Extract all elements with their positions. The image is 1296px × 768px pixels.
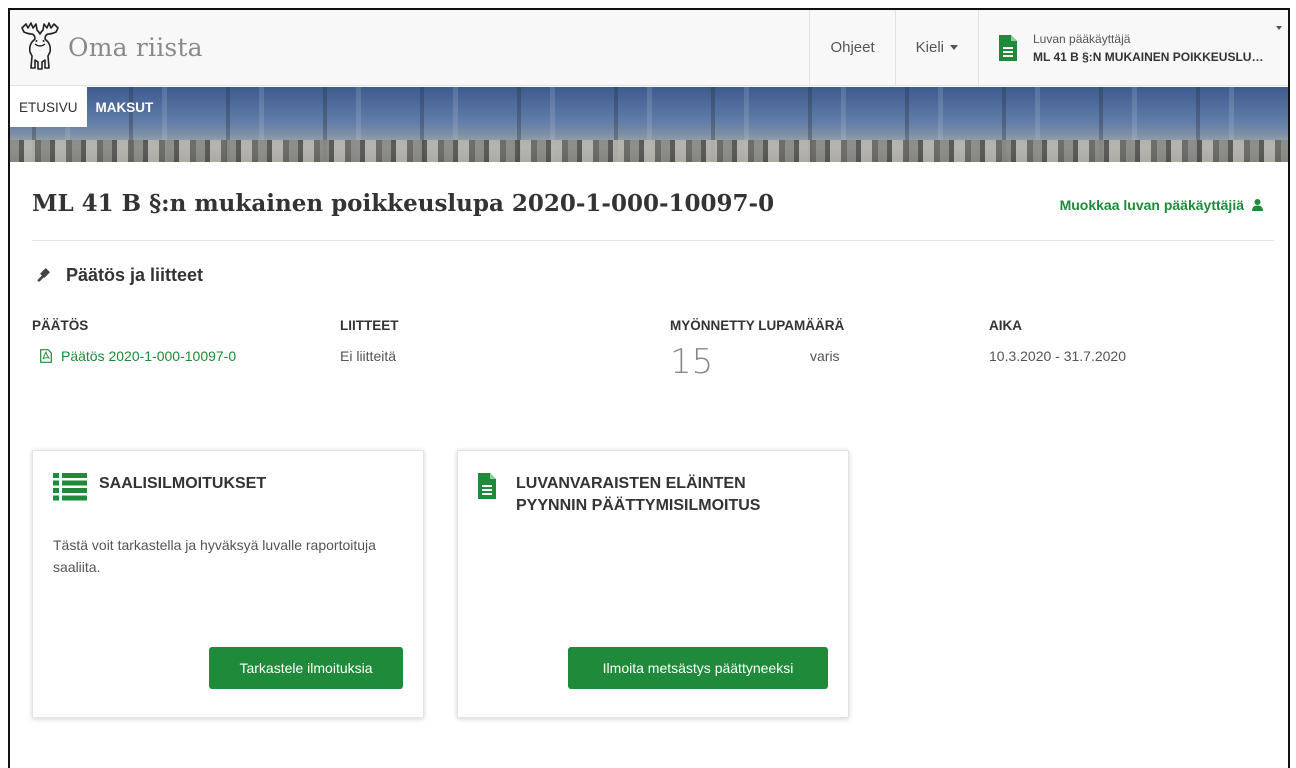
end-notice-title-line1: LUVANVARAISTEN ELÄINTEN — [516, 475, 746, 492]
species-value: varis — [810, 348, 840, 364]
help-label: Ohjeet — [830, 39, 875, 56]
language-dropdown[interactable]: Kieli — [894, 10, 978, 85]
user-role: Luvan pääkäyttäjä — [1033, 31, 1131, 46]
app-window: Oma riista Ohjeet Kieli Luvan pääkäyttäj… — [8, 8, 1290, 768]
granted-amount-header: MYÖNNETTY LUPAMÄÄRÄ — [670, 318, 845, 333]
brand-name: Oma riista — [68, 32, 203, 62]
period-value: 10.3.2020 - 31.7.2020 — [989, 348, 1127, 364]
top-navbar: Oma riista Ohjeet Kieli Luvan pääkäyttäj… — [10, 10, 1288, 86]
tab-maksut[interactable]: MAKSUT — [87, 87, 163, 127]
list-icon — [53, 473, 87, 501]
edit-admins-label: Muokkaa luvan pääkäyttäjiä — [1059, 197, 1244, 213]
moose-logo-icon — [21, 22, 59, 70]
caret-down-icon — [1276, 26, 1282, 30]
language-label: Kieli — [915, 39, 944, 56]
document-icon — [478, 473, 496, 499]
attachments-header: LIITTEET — [340, 318, 399, 333]
granted-amount-value: 15 — [670, 342, 714, 382]
main-tabs: ETUSIVU MAKSUT — [10, 87, 162, 127]
harvest-reports-card: SAALISILMOITUKSET Tästä voit tarkastella… — [32, 450, 424, 718]
tab-etusivu[interactable]: ETUSIVU — [10, 87, 87, 127]
divider — [32, 240, 1274, 241]
harvest-card-description: Tästä voit tarkastella ja hyväksyä luval… — [53, 537, 376, 575]
document-icon — [999, 34, 1017, 61]
attachments-value: Ei liitteitä — [340, 348, 397, 364]
time-header: AIKA — [989, 318, 1022, 333]
end-notice-title-line2: PYYNNIN PÄÄTTYMISILMOITUS — [516, 497, 761, 514]
user-menu-dropdown[interactable]: Luvan pääkäyttäjä ML 41 B §:N MUKAINEN P… — [978, 10, 1288, 85]
pdf-file-icon — [40, 349, 52, 363]
user-icon — [1252, 199, 1263, 211]
forest-banner — [10, 87, 1288, 162]
section-title: Päätös ja liitteet — [36, 265, 203, 286]
gavel-icon — [37, 267, 50, 282]
report-hunting-ended-button[interactable]: Ilmoita metsästys päättyneeksi — [568, 647, 828, 689]
caret-down-icon — [950, 45, 958, 50]
section-title-text: Päätös ja liitteet — [66, 265, 204, 285]
view-reports-button[interactable]: Tarkastele ilmoituksia — [209, 647, 403, 689]
user-name: ML 41 B §:N MUKAINEN POIKKEUSLU… — [1033, 49, 1264, 64]
hunting-end-notice-card: LUVANVARAISTEN ELÄINTEN PYYNNIN PÄÄTTYMI… — [457, 450, 849, 718]
decision-cell: Päätös 2020-1-000-10097-0 — [40, 348, 236, 364]
brand-home-link[interactable]: Oma riista — [18, 18, 203, 76]
decision-pdf-link[interactable]: Päätös 2020-1-000-10097-0 — [40, 348, 236, 364]
decision-link-label: Päätös 2020-1-000-10097-0 — [61, 348, 237, 364]
edit-admins-link[interactable]: Muokkaa luvan pääkäyttäjiä — [1060, 197, 1263, 213]
help-link[interactable]: Ohjeet — [809, 10, 894, 85]
page-title: ML 41 B §:n mukainen poikkeuslupa 2020-1… — [32, 190, 775, 217]
decision-header: PÄÄTÖS — [32, 318, 89, 333]
harvest-card-title: SAALISILMOITUKSET — [99, 475, 267, 492]
